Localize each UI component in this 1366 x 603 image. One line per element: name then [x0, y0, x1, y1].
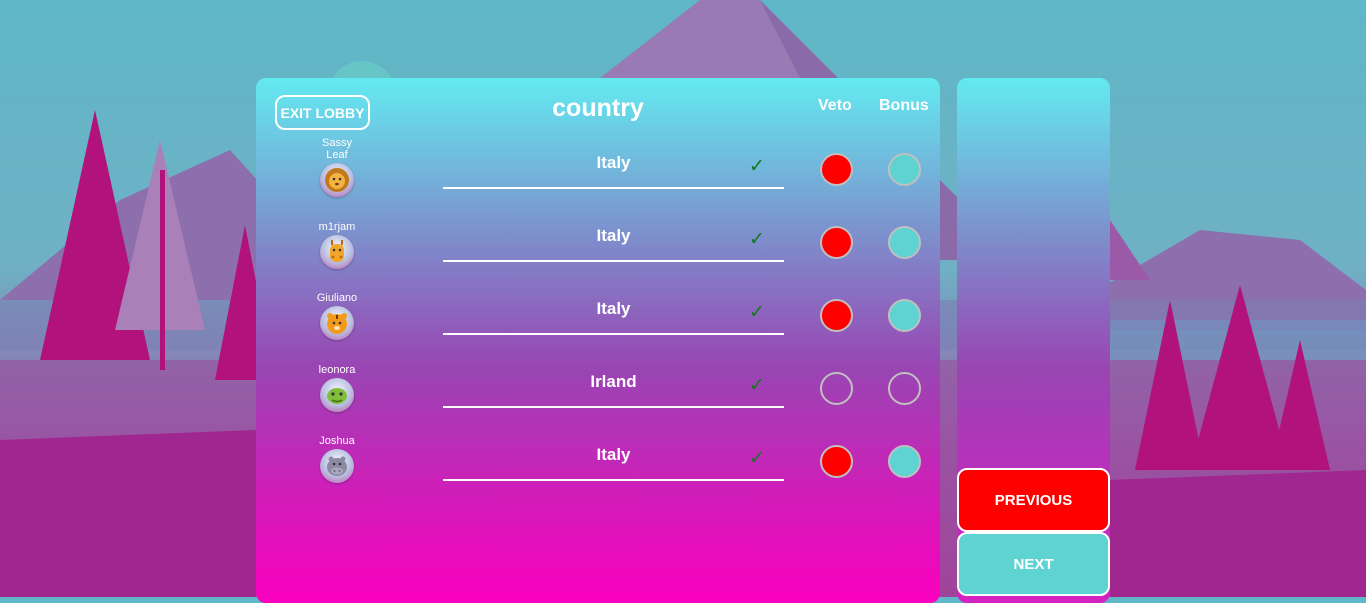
- veto-toggle[interactable]: [820, 226, 853, 259]
- category-title: country: [552, 94, 644, 122]
- player-name: leonora: [318, 364, 356, 376]
- player-answer: Italy: [596, 153, 631, 172]
- player-row-2: m1rjam: [310, 221, 364, 269]
- veto-toggle[interactable]: [820, 153, 853, 186]
- player-answer: Italy: [596, 226, 631, 245]
- player-row-4: leonora: [310, 364, 364, 412]
- answer-underline: [443, 479, 784, 481]
- player-name: Sassy Leaf: [322, 137, 352, 161]
- player-row-5: Joshua: [310, 435, 364, 483]
- check-icon: ✓: [749, 375, 765, 396]
- lion-icon: [320, 163, 354, 197]
- check-icon: ✓: [749, 302, 765, 323]
- bonus-toggle[interactable]: [888, 226, 921, 259]
- player-row-1: Sassy Leaf: [310, 137, 364, 197]
- check-icon: ✓: [749, 229, 765, 250]
- exit-lobby-button[interactable]: EXIT LOBBY: [275, 95, 370, 130]
- veto-toggle[interactable]: [820, 299, 853, 332]
- bonus-toggle[interactable]: [888, 299, 921, 332]
- giraffe-icon: [320, 235, 354, 269]
- player-answer: Italy: [596, 299, 631, 318]
- veto-column-header: Veto: [818, 97, 852, 114]
- check-icon: ✓: [749, 448, 765, 469]
- bonus-toggle[interactable]: [888, 445, 921, 478]
- veto-toggle[interactable]: [820, 445, 853, 478]
- answer-underline: [443, 406, 784, 408]
- player-name: Giuliano: [316, 292, 358, 304]
- hippo-icon: [320, 449, 354, 483]
- player-row-3: Giuliano: [310, 292, 364, 340]
- next-button[interactable]: NEXT: [957, 532, 1110, 596]
- bonus-toggle[interactable]: [888, 372, 921, 405]
- turtle-icon: [320, 378, 354, 412]
- player-name: Joshua: [319, 435, 355, 447]
- previous-button[interactable]: PREVIOUS: [957, 468, 1110, 532]
- check-icon: ✓: [749, 156, 765, 177]
- answer-underline: [443, 333, 784, 335]
- results-panel: EXIT LOBBY country Veto Bonus Sassy Leaf…: [256, 78, 940, 603]
- answer-underline: [443, 260, 784, 262]
- bonus-column-header: Bonus: [879, 97, 929, 114]
- tiger-icon: [320, 306, 354, 340]
- player-answer: Irland: [590, 372, 637, 391]
- answer-underline: [443, 187, 784, 189]
- player-name: m1rjam: [318, 221, 356, 233]
- bonus-toggle[interactable]: [888, 153, 921, 186]
- player-answer: Italy: [596, 445, 631, 464]
- veto-toggle[interactable]: [820, 372, 853, 405]
